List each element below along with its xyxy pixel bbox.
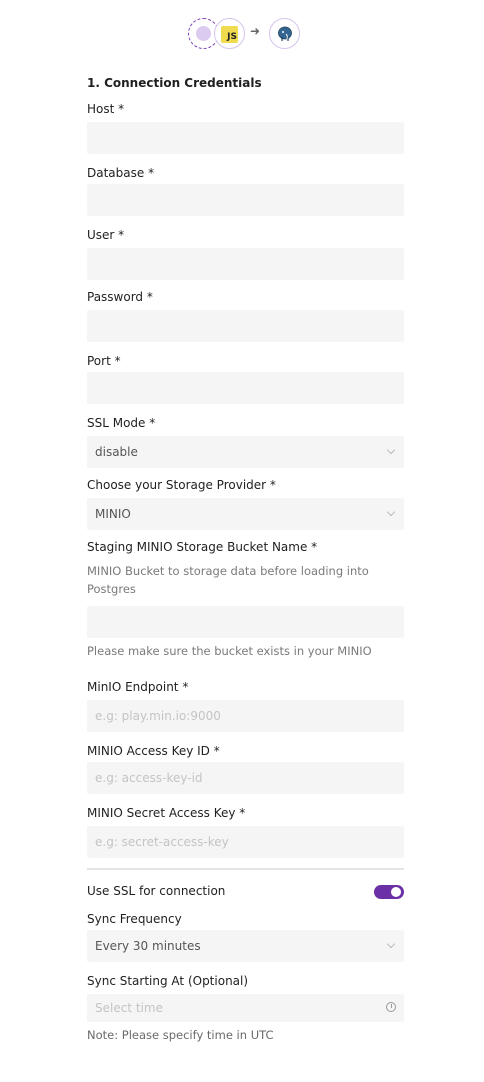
section-title: 1. Connection Credentials (87, 76, 262, 90)
sync-start-placeholder: Select time (95, 1001, 163, 1015)
chevron-down-icon (386, 939, 396, 949)
right-arrow-icon: ➜ (250, 24, 261, 38)
storage-provider-select[interactable]: MINIO (87, 498, 404, 530)
user-label: User * (87, 228, 125, 242)
port-label: Port * (87, 354, 121, 368)
access-key-input[interactable]: e.g: access-key-id (87, 762, 404, 794)
bucket-description-line2: Postgres (87, 582, 136, 596)
chevron-down-icon (386, 507, 396, 517)
ssl-mode-label: SSL Mode * (87, 416, 156, 430)
chevron-down-icon (386, 445, 396, 455)
secret-key-label: MINIO Secret Access Key * (87, 806, 246, 820)
ssl-mode-value: disable (95, 445, 138, 459)
database-label: Database * (87, 166, 155, 180)
clock-icon (386, 1002, 396, 1012)
utc-note: Note: Please specify time in UTC (87, 1028, 274, 1042)
connector-header: JS ➜ (187, 16, 307, 52)
bucket-description-line1: MINIO Bucket to storage data before load… (87, 564, 369, 578)
bucket-label: Staging MINIO Storage Bucket Name * (87, 540, 318, 554)
port-input[interactable] (87, 372, 404, 404)
access-key-label: MINIO Access Key ID * (87, 744, 220, 758)
sync-frequency-label: Sync Frequency (87, 912, 182, 926)
sync-start-picker[interactable]: Select time (87, 994, 404, 1022)
secret-key-input[interactable]: e.g: secret-access-key (87, 826, 404, 858)
divider (87, 868, 404, 870)
bucket-input[interactable] (87, 606, 404, 638)
sync-frequency-select[interactable]: Every 30 minutes (87, 930, 404, 962)
use-ssl-label: Use SSL for connection (87, 884, 226, 898)
js-logo: JS (221, 26, 238, 43)
storage-provider-value: MINIO (95, 507, 131, 521)
sync-start-label: Sync Starting At (Optional) (87, 974, 249, 988)
sync-frequency-value: Every 30 minutes (95, 939, 201, 953)
database-input[interactable] (87, 184, 404, 216)
endpoint-label: MinIO Endpoint * (87, 680, 189, 694)
javascript-icon: JS (214, 18, 245, 49)
password-label: Password * (87, 290, 153, 304)
use-ssl-toggle[interactable] (374, 885, 404, 899)
bucket-hint: Please make sure the bucket exists in yo… (87, 644, 372, 658)
endpoint-input[interactable]: e.g: play.min.io:9000 (87, 700, 404, 732)
postgres-elephant-icon (269, 18, 300, 49)
user-input[interactable] (87, 248, 404, 280)
password-input[interactable] (87, 310, 404, 342)
ssl-mode-select[interactable]: disable (87, 436, 404, 468)
host-label: Host * (87, 102, 125, 116)
storage-provider-label: Choose your Storage Provider * (87, 478, 276, 492)
host-input[interactable] (87, 122, 404, 154)
